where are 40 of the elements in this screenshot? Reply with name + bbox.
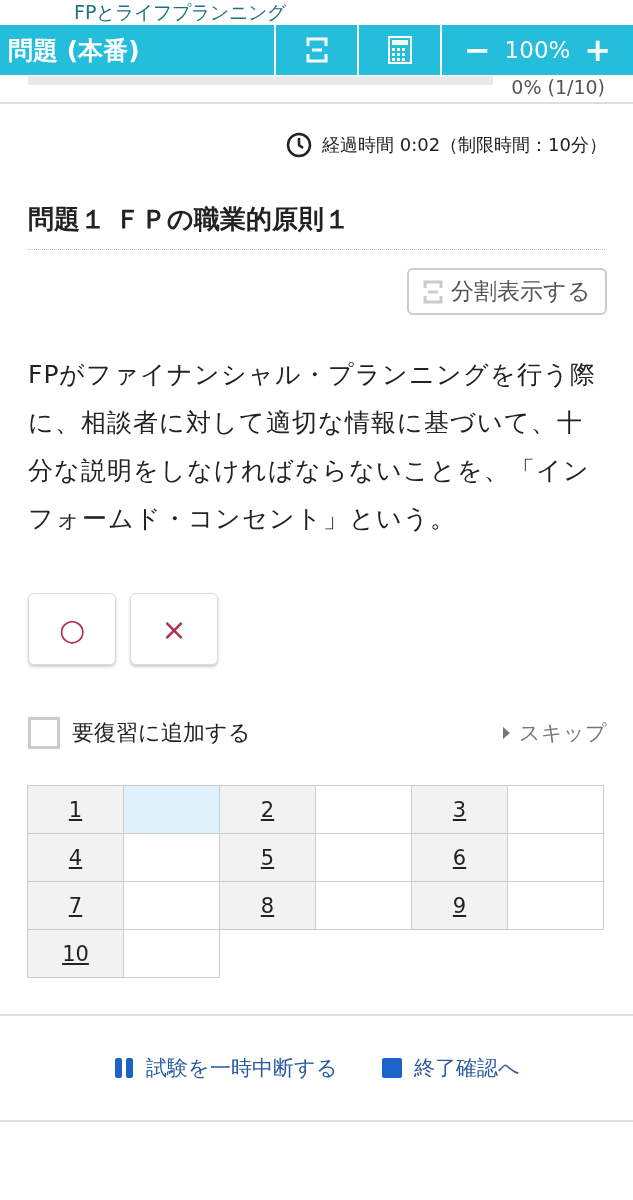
pause-link[interactable]: 試験を一時中断する xyxy=(113,1054,338,1082)
answer-cell[interactable] xyxy=(124,882,220,930)
answer-cell[interactable] xyxy=(508,834,604,882)
finish-link[interactable]: 終了確認へ xyxy=(381,1054,520,1082)
true-answer-button[interactable]: ○ xyxy=(28,593,116,665)
question-link[interactable]: 5 xyxy=(260,845,275,870)
exam-title: FPとライフプランニング xyxy=(74,0,287,24)
clock-icon xyxy=(285,132,312,158)
question-link[interactable]: 4 xyxy=(68,845,83,870)
question-link[interactable]: 1 xyxy=(68,797,83,822)
answer-cell[interactable] xyxy=(316,786,412,834)
review-label: 要復習に追加する xyxy=(72,719,251,747)
question-text: FPがファイナンシャル・プランニングを行う際に、相談者に対して適切な情報に基づいて、十分な説明をしなければならないことを、「インフォームド・コンセント」という。 xyxy=(28,359,598,535)
false-answer-button[interactable]: × xyxy=(130,593,218,665)
answer-cell[interactable] xyxy=(316,882,412,930)
answer-cell[interactable] xyxy=(124,930,220,978)
question-link[interactable]: 10 xyxy=(62,941,89,966)
elapsed-time: 経過時間 0:02（制限時間：10分） xyxy=(321,133,607,157)
question-link[interactable]: 3 xyxy=(452,797,467,822)
skip-link[interactable]: スキップ xyxy=(519,719,607,747)
answer-cell[interactable] xyxy=(124,786,220,834)
progress-reading: 0% (1/10) xyxy=(511,76,605,98)
zoom-level: 100% xyxy=(504,37,571,63)
split-view-button[interactable]: 分割表示する xyxy=(407,268,607,315)
play-icon xyxy=(502,726,511,740)
question-link[interactable]: 7 xyxy=(68,893,83,918)
split-view-icon xyxy=(423,279,443,304)
pause-icon xyxy=(113,1057,134,1079)
question-link[interactable]: 8 xyxy=(260,893,275,918)
answer-cell[interactable] xyxy=(316,834,412,882)
question-title: 問題１ ＦＰの職業的原則１ xyxy=(28,202,605,250)
review-checkbox[interactable] xyxy=(28,717,60,749)
answer-cell[interactable] xyxy=(508,882,604,930)
header-title: 問題 (本番) xyxy=(7,34,141,67)
question-link[interactable]: 6 xyxy=(452,845,467,870)
answer-cell[interactable] xyxy=(508,786,604,834)
question-link[interactable]: 2 xyxy=(260,797,275,822)
stop-icon xyxy=(381,1058,402,1078)
question-link[interactable]: 9 xyxy=(452,893,467,918)
answer-cell[interactable] xyxy=(124,834,220,882)
